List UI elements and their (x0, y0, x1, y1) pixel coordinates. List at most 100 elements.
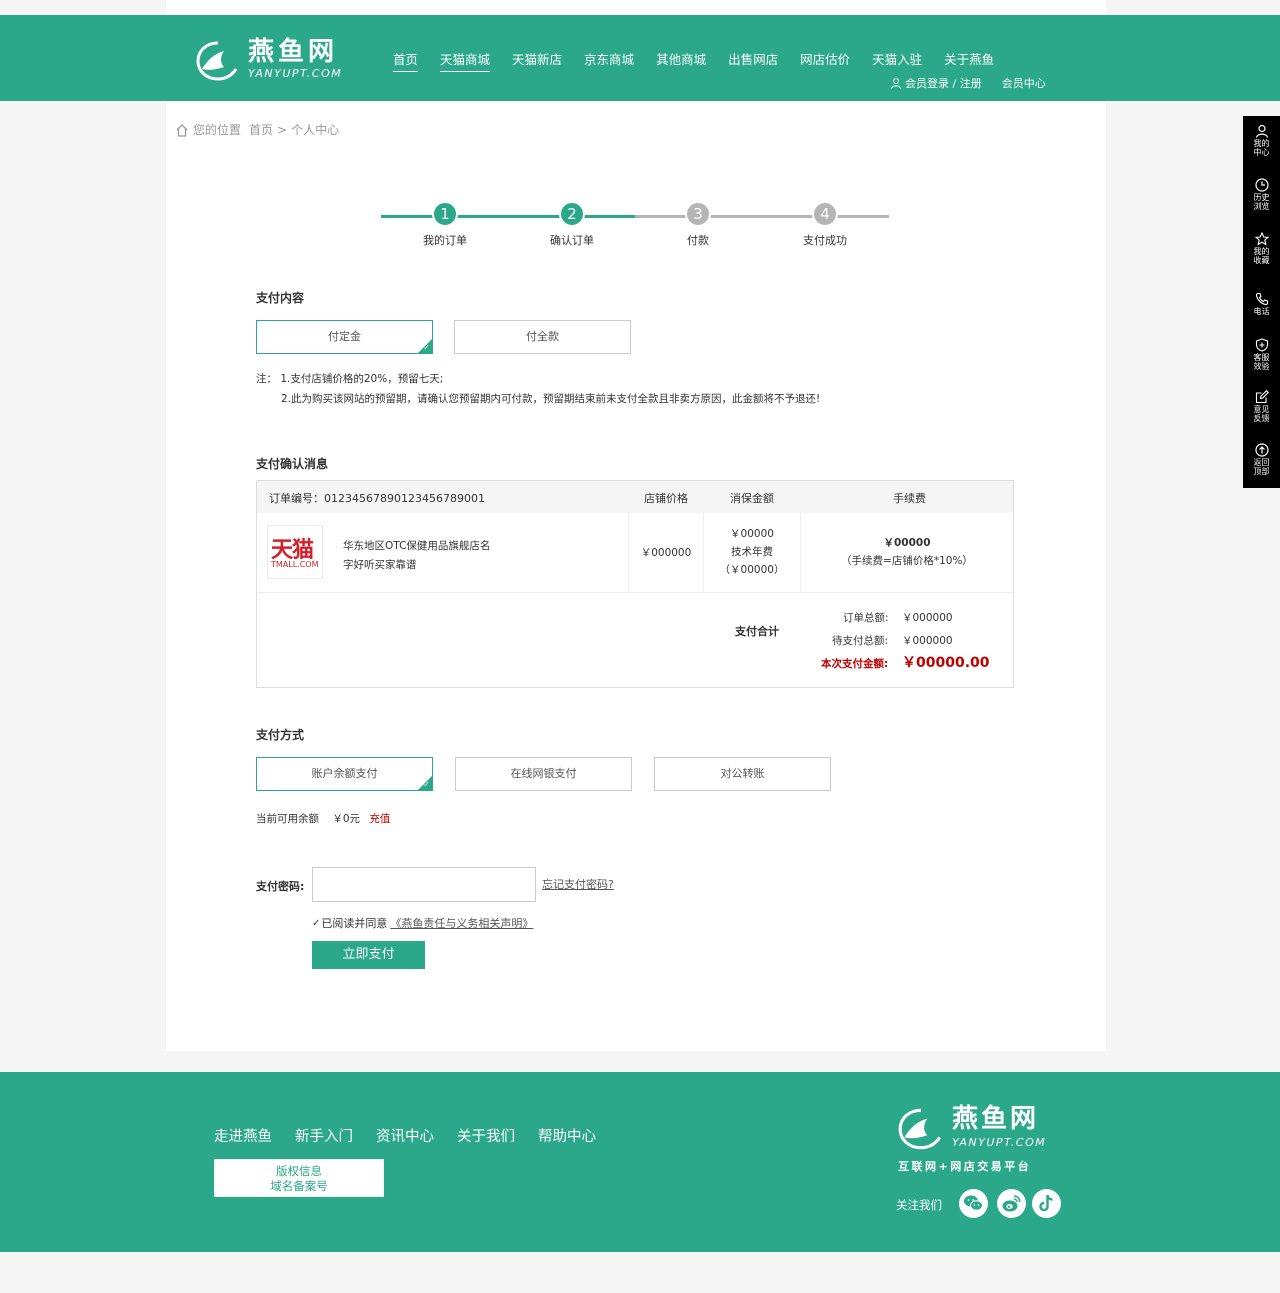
footer-link-about-us[interactable]: 关于我们 (457, 1125, 515, 1146)
nav-jd-mall[interactable]: 京东商城 (584, 49, 634, 72)
col-deposit: 消保金额 (730, 492, 774, 505)
footer-link-help[interactable]: 帮助中心 (538, 1125, 596, 1146)
right-toolbar: 我的 中心 历史 浏览 我的 收藏 电话 客服 效验 意见 反馈 返回 顶部 (1243, 116, 1280, 488)
toolbar-label: 返回 (1253, 458, 1270, 467)
toolbar-label: 效验 (1253, 362, 1270, 371)
tech-fee-label: 技术年费 (731, 546, 773, 558)
option-full-payment[interactable]: 付全款 (454, 320, 631, 354)
phone-icon (1255, 292, 1268, 306)
order-total-label: 订单总额: (843, 612, 889, 624)
step-3-label: 付款 (687, 234, 709, 247)
logo-text-cn: 燕鱼网 (248, 37, 339, 67)
toolbar-label: 中心 (1253, 148, 1270, 157)
agreement-link[interactable]: 《燕鱼责任与义务相关声明》 (390, 915, 533, 931)
toolbar-service-verify[interactable]: 客服 效验 (1243, 330, 1280, 383)
tmall-logo: 天猫 TMALL.COM (267, 525, 323, 579)
wechat-button[interactable] (959, 1189, 988, 1218)
deposit-cell: ￥00000 技术年费 （￥00000） (704, 525, 800, 579)
nav-tmall-new[interactable]: 天猫新店 (512, 49, 562, 72)
shield-icon (1255, 338, 1268, 352)
option-bank-transfer[interactable]: 对公转账 (654, 757, 831, 791)
option-online-banking-label: 在线网银支付 (510, 767, 577, 780)
password-input[interactable] (312, 867, 536, 902)
option-balance-payment[interactable]: 账户余额支付 ✓ (256, 757, 433, 791)
follow-us-label: 关注我们 (896, 1198, 942, 1212)
toolbar-feedback[interactable]: 意见 反馈 (1243, 382, 1280, 435)
step-2-label: 确认订单 (550, 234, 594, 247)
option-deposit-label: 付定金 (328, 330, 361, 343)
step-1-label: 我的订单 (423, 234, 467, 247)
agreement: ✓ 已阅读并同意 《燕鱼责任与义务相关声明》 (312, 915, 533, 931)
bird-logo-icon (196, 41, 238, 81)
nav-about[interactable]: 关于燕鱼 (944, 49, 994, 72)
login-register-link[interactable]: 会员登录 / 注册 (890, 75, 982, 91)
breadcrumb-label: 您的位置 (193, 123, 242, 137)
pay-content-title: 支付内容 (256, 291, 305, 305)
nav-home[interactable]: 首页 (393, 49, 419, 72)
toolbar-history[interactable]: 历史 浏览 (1243, 170, 1280, 223)
toolbar-label: 电话 (1253, 307, 1270, 316)
douyin-button[interactable] (1032, 1189, 1061, 1218)
toolbar-favorites[interactable]: 我的 收藏 (1243, 224, 1280, 277)
balance-info: 当前可用余额 ￥0元 充值 (256, 811, 390, 826)
recharge-link[interactable]: 充值 (369, 813, 390, 825)
option-balance-label: 账户余额支付 (311, 767, 378, 780)
pay-note-2: 2.此为购买该网站的预留期，请确认您预留期内可付款，预留期结束前未支付全款且非卖… (281, 393, 821, 405)
option-online-banking[interactable]: 在线网银支付 (455, 757, 632, 791)
footer-logo-cn: 燕鱼网 (952, 1104, 1040, 1134)
balance-label: 当前可用余额 (256, 813, 319, 825)
wechat-icon (964, 1195, 983, 1211)
toolbar-back-to-top[interactable]: 返回 顶部 (1243, 435, 1280, 488)
tmall-logo-sub: TMALL.COM (271, 560, 319, 569)
site-logo[interactable]: 燕鱼网 YANYUPT.COM (194, 37, 354, 85)
forgot-password-link[interactable]: 忘记支付密码? (542, 876, 614, 892)
breadcrumb-current: 个人中心 (291, 123, 340, 137)
shop-name[interactable]: 华东地区OTC保健用品旗舰店名 (343, 537, 490, 556)
footer-link-about-yanyu[interactable]: 走进燕鱼 (214, 1125, 272, 1146)
order-number: 订单编号：01234567890123456789001 (269, 492, 485, 505)
toolbar-my-center[interactable]: 我的 中心 (1243, 116, 1280, 169)
confirm-title: 支付确认消息 (256, 457, 329, 471)
pay-now-button[interactable]: 立即支付 (312, 941, 425, 969)
toolbar-label: 反馈 (1253, 414, 1270, 423)
copyright-box: 版权信息 域名备案号 (214, 1159, 384, 1197)
pay-method-title: 支付方式 (256, 728, 305, 742)
step-2: 2 确认订单 (527, 201, 617, 248)
step-3: 3 付款 (653, 201, 743, 248)
nav-tmall-mall[interactable]: 天猫商城 (440, 49, 491, 72)
nav-other-mall[interactable]: 其他商城 (656, 49, 706, 72)
agree-checkbox[interactable]: ✓ (312, 918, 320, 929)
option-deposit[interactable]: 付定金 ✓ (256, 320, 433, 354)
fee-cell: ￥00000 （手续费=店铺价格*10%） (801, 534, 1013, 570)
clock-icon (1254, 178, 1269, 192)
shop-info: 华东地区OTC保健用品旗舰店名 字好听买家靠谱 (343, 537, 490, 575)
site-footer: 走进燕鱼 新手入门 资讯中心 关于我们 帮助中心 版权信息 域名备案号 燕鱼网 … (0, 1072, 1280, 1252)
member-center-link[interactable]: 会员中心 (1002, 75, 1046, 91)
option-full-payment-label: 付全款 (526, 330, 559, 343)
nav-shop-valuation[interactable]: 网店估价 (800, 49, 850, 72)
footer-links: 走进燕鱼 新手入门 资讯中心 关于我们 帮助中心 (214, 1125, 619, 1146)
step-2-circle: 2 (559, 201, 585, 227)
step-1: 1 我的订单 (400, 201, 490, 248)
toolbar-label: 浏览 (1253, 202, 1270, 211)
option-bank-transfer-label: 对公转账 (720, 767, 765, 780)
bird-logo-icon (898, 1108, 942, 1150)
site-header: 燕鱼网 YANYUPT.COM 首页 天猫商城 天猫新店 京东商城 其他商城 出… (0, 15, 1280, 101)
step-3-circle: 3 (685, 201, 711, 227)
confirm-table: 订单编号：01234567890123456789001 店铺价格 消保金额 手… (256, 480, 1014, 688)
weibo-button[interactable] (997, 1189, 1026, 1218)
toolbar-label: 客服 (1253, 353, 1270, 362)
table-row: 天猫 TMALL.COM 华东地区OTC保健用品旗舰店名 字好听买家靠谱 ￥00… (257, 513, 1013, 593)
confirm-table-header: 订单编号：01234567890123456789001 店铺价格 消保金额 手… (257, 481, 1013, 513)
password-label: 支付密码: (256, 880, 305, 893)
nav-sell-shop[interactable]: 出售网店 (728, 49, 778, 72)
footer-link-news[interactable]: 资讯中心 (376, 1125, 434, 1146)
nav-tmall-join[interactable]: 天猫入驻 (872, 49, 922, 72)
breadcrumb: 您的位置 首页 > 个人中心 (174, 121, 347, 138)
copyright-info: 版权信息 (276, 1164, 322, 1178)
breadcrumb-home[interactable]: 首页 (249, 121, 273, 138)
user-icon (891, 78, 901, 89)
icp-number: 域名备案号 (270, 1179, 328, 1193)
main-content: 您的位置 首页 > 个人中心 1 我的订单 2 确认订单 3 付款 4 支付成功… (166, 101, 1106, 1051)
footer-link-beginner[interactable]: 新手入门 (295, 1125, 353, 1146)
